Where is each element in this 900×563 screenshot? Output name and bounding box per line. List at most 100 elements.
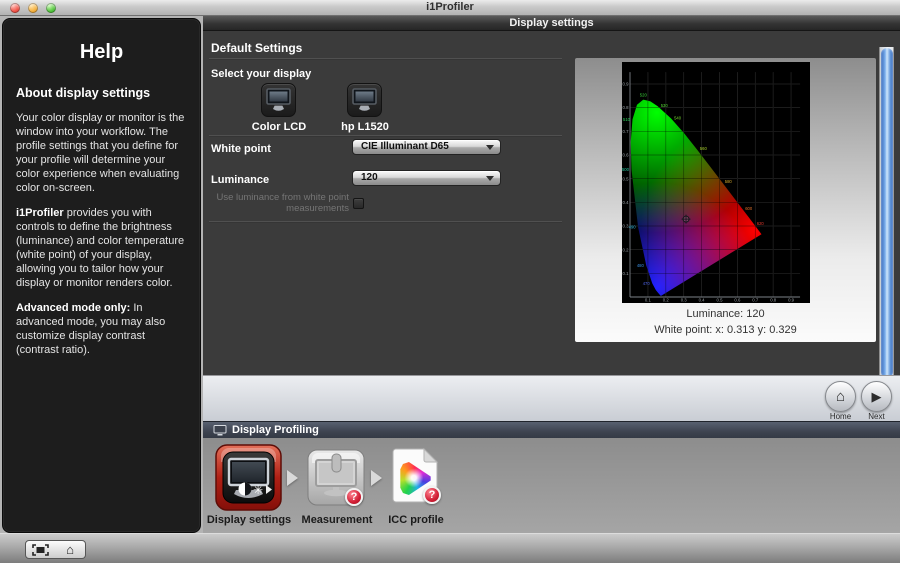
question-badge: ? bbox=[423, 486, 441, 504]
cie-diagram-plot: 0.10.20.30.40.50.60.70.80.90.10.20.30.40… bbox=[622, 62, 810, 303]
svg-text:0.7: 0.7 bbox=[623, 129, 630, 134]
svg-text:530: 530 bbox=[661, 103, 669, 108]
divider bbox=[209, 58, 562, 60]
svg-text:0.4: 0.4 bbox=[699, 298, 706, 303]
vertical-scrollbar[interactable]: ▲ ▼ bbox=[879, 47, 894, 407]
window-titlebar: i1Profiler bbox=[0, 0, 900, 16]
fit-to-screen-button[interactable] bbox=[25, 540, 56, 559]
svg-text:0.2: 0.2 bbox=[663, 298, 670, 303]
svg-text:0.6: 0.6 bbox=[734, 298, 741, 303]
home-button-label: Home bbox=[824, 412, 857, 421]
divider bbox=[209, 221, 562, 223]
next-button[interactable]: ▶ bbox=[861, 381, 892, 412]
svg-text:520: 520 bbox=[640, 93, 648, 98]
play-icon: ▶ bbox=[862, 382, 891, 411]
svg-text:0.2: 0.2 bbox=[623, 247, 630, 252]
svg-text:0.5: 0.5 bbox=[623, 176, 630, 181]
svg-text:0.3: 0.3 bbox=[681, 298, 688, 303]
svg-text:560: 560 bbox=[700, 146, 708, 151]
svg-text:0.1: 0.1 bbox=[645, 298, 652, 303]
svg-text:540: 540 bbox=[674, 115, 682, 120]
svg-text:480: 480 bbox=[637, 263, 645, 268]
divider bbox=[209, 135, 562, 137]
display-option-label: Color LCD bbox=[242, 121, 316, 133]
help-paragraph: Your color display or monitor is the win… bbox=[16, 111, 187, 195]
home-button-small[interactable]: ⌂ bbox=[55, 540, 86, 559]
home-icon: ⌂ bbox=[55, 541, 85, 558]
zoom-button[interactable] bbox=[46, 3, 56, 13]
fit-screen-icon bbox=[32, 544, 49, 556]
home-button[interactable]: ⌂ bbox=[825, 381, 856, 412]
section-title: Default Settings bbox=[211, 41, 302, 55]
chevron-down-icon bbox=[486, 145, 494, 150]
help-paragraph: i1Profiler provides you with controls to… bbox=[16, 206, 187, 290]
step-icc-profile[interactable]: ? bbox=[389, 445, 443, 505]
step-label-measurement: Measurement bbox=[301, 514, 373, 526]
white-point-value: CIE Illuminant D65 bbox=[361, 141, 449, 152]
luminance-value: 120 bbox=[361, 172, 378, 183]
display-option-hp-l1520[interactable] bbox=[347, 83, 382, 117]
svg-text:0.8: 0.8 bbox=[623, 105, 630, 110]
workflow-title-bar: Display Profiling bbox=[203, 421, 900, 438]
close-button[interactable] bbox=[10, 3, 20, 13]
step-label-display-settings: Display settings bbox=[206, 514, 292, 526]
main-panel: Display settings Default Settings Select… bbox=[203, 16, 900, 533]
panel-header: Display settings bbox=[203, 16, 900, 31]
svg-text:620: 620 bbox=[757, 221, 765, 226]
svg-text:470: 470 bbox=[643, 281, 651, 286]
luminance-label: Luminance bbox=[211, 174, 269, 186]
svg-text:0.4: 0.4 bbox=[623, 200, 630, 205]
display-option-color-lcd[interactable] bbox=[261, 83, 296, 117]
step-display-settings[interactable]: ✳ bbox=[215, 444, 282, 516]
svg-text:580: 580 bbox=[725, 179, 733, 184]
minimize-button[interactable] bbox=[28, 3, 38, 13]
chart-luminance-readout: Luminance: 120 bbox=[575, 308, 876, 320]
workflow-strip: ✳ Display settings ? Measurement bbox=[203, 438, 900, 533]
svg-text:0.9: 0.9 bbox=[788, 298, 795, 303]
scrollbar-thumb[interactable] bbox=[881, 48, 893, 378]
chart-white-point-readout: White point: x: 0.313 y: 0.329 bbox=[575, 324, 876, 336]
svg-text:0.5: 0.5 bbox=[717, 298, 724, 303]
use-luminance-checkbox[interactable] bbox=[353, 198, 364, 209]
display-settings-icon: ✳ bbox=[215, 444, 282, 511]
select-display-label: Select your display bbox=[211, 68, 311, 80]
monitor-icon bbox=[213, 425, 227, 436]
step-label-icc-profile: ICC profile bbox=[383, 514, 449, 526]
chromaticity-panel: 0.10.20.30.40.50.60.70.80.90.10.20.30.40… bbox=[575, 58, 876, 342]
window-title: i1Profiler bbox=[0, 0, 900, 15]
question-badge: ? bbox=[345, 488, 363, 506]
luminance-dropdown[interactable]: 120 bbox=[352, 170, 501, 186]
svg-text:0.6: 0.6 bbox=[623, 153, 630, 158]
monitor-icon bbox=[348, 84, 381, 116]
svg-text:500: 500 bbox=[622, 167, 630, 172]
help-heading: About display settings bbox=[16, 86, 187, 100]
svg-text:✳: ✳ bbox=[253, 483, 263, 497]
display-option-label: hp L1520 bbox=[328, 121, 402, 133]
svg-text:0.8: 0.8 bbox=[770, 298, 777, 303]
svg-text:600: 600 bbox=[745, 206, 753, 211]
svg-text:0.1: 0.1 bbox=[623, 271, 630, 276]
use-luminance-label: Use luminance from white point measureme… bbox=[211, 192, 349, 214]
home-icon: ⌂ bbox=[826, 382, 855, 411]
help-title: Help bbox=[16, 41, 187, 64]
chevron-down-icon bbox=[486, 176, 494, 181]
next-button-label: Next bbox=[860, 412, 893, 421]
settings-content: Default Settings Select your display Col… bbox=[203, 31, 900, 375]
svg-text:0.7: 0.7 bbox=[752, 298, 759, 303]
step-measurement[interactable]: ? bbox=[307, 449, 365, 511]
navigation-bar: ⌂ Home ▶ Next bbox=[203, 375, 900, 421]
help-paragraph: Advanced mode only: In advanced mode, yo… bbox=[16, 301, 187, 357]
svg-text:490: 490 bbox=[629, 225, 637, 230]
chevron-right-icon bbox=[371, 470, 382, 486]
chromaticity-diagram: 0.10.20.30.40.50.60.70.80.90.10.20.30.40… bbox=[622, 62, 810, 303]
chevron-right-icon bbox=[287, 470, 298, 486]
white-point-dropdown[interactable]: CIE Illuminant D65 bbox=[352, 139, 501, 155]
white-point-label: White point bbox=[211, 143, 271, 155]
svg-text:510: 510 bbox=[623, 117, 631, 122]
help-panel: Help About display settings Your color d… bbox=[2, 18, 201, 533]
app-window: i1Profiler Help About display settings Y… bbox=[0, 0, 900, 563]
monitor-icon bbox=[262, 84, 295, 116]
svg-text:0.9: 0.9 bbox=[623, 82, 630, 87]
window-bottom-bar: ⌂ bbox=[0, 533, 900, 563]
workflow-bar-title: Display Profiling bbox=[232, 424, 319, 436]
